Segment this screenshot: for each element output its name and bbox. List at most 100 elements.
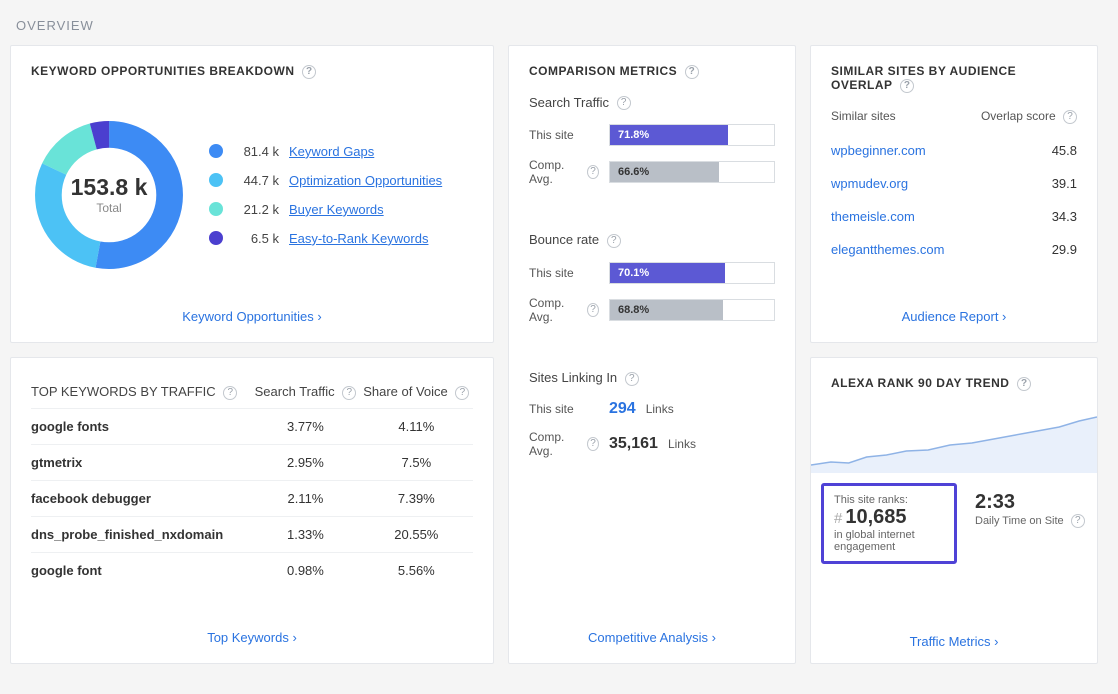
- keyword-opportunities-card: KEYWORD OPPORTUNITIES BREAKDOWN ? 153.8 …: [10, 45, 494, 343]
- kw-cell: dns_probe_finished_nxdomain: [31, 516, 251, 552]
- card-title: COMPARISON METRICS ?: [529, 64, 775, 79]
- rank-label: This site ranks:: [834, 494, 944, 506]
- similar-site-link[interactable]: wpbeginner.com: [831, 143, 926, 158]
- legend-value: 44.7 k: [233, 173, 279, 188]
- time-value: 2:33: [975, 491, 1085, 514]
- bar-container: 70.1%: [609, 262, 775, 284]
- help-icon[interactable]: ?: [587, 165, 599, 179]
- similar-site-row: elegantthemes.com 29.9: [831, 233, 1077, 266]
- top-keywords-card: TOP KEYWORDS BY TRAFFIC ? Search Traffic…: [10, 357, 494, 664]
- help-icon[interactable]: ?: [607, 234, 621, 248]
- bar-row-this-site: This site 71.8%: [529, 124, 775, 146]
- links-row-this-site: This site 294 Links: [529, 400, 775, 418]
- legend-row: 81.4 k Keyword Gaps: [209, 144, 442, 159]
- col-share-of-voice: Share of Voice ?: [360, 376, 473, 408]
- kw-cell: google fonts: [31, 408, 251, 444]
- legend-link-easy[interactable]: Easy-to-Rank Keywords: [289, 231, 428, 246]
- row-label: Comp. Avg.?: [529, 430, 599, 458]
- help-icon[interactable]: ?: [587, 437, 599, 451]
- card-title-text: SIMILAR SITES BY AUDIENCE OVERLAP: [831, 64, 1016, 92]
- audience-report-link[interactable]: Audience Report: [902, 309, 1007, 324]
- top-keywords-table: TOP KEYWORDS BY TRAFFIC ? Search Traffic…: [31, 376, 473, 588]
- legend-link-optimization[interactable]: Optimization Opportunities: [289, 173, 442, 188]
- overlap-score: 34.3: [1052, 209, 1077, 224]
- help-icon[interactable]: ?: [685, 65, 699, 79]
- help-icon[interactable]: ?: [302, 65, 316, 79]
- similar-site-link[interactable]: wpmudev.org: [831, 176, 908, 191]
- help-icon[interactable]: ?: [342, 386, 356, 400]
- share-cell: 7.39%: [360, 480, 473, 516]
- card-title-text: KEYWORD OPPORTUNITIES BREAKDOWN: [31, 64, 295, 78]
- table-row: google fonts3.77%4.11%: [31, 408, 473, 444]
- help-icon[interactable]: ?: [1063, 110, 1077, 124]
- help-icon[interactable]: ?: [455, 386, 469, 400]
- help-icon[interactable]: ?: [587, 303, 599, 317]
- similar-sites-header: Similar sites Overlap score ?: [831, 109, 1077, 124]
- help-icon[interactable]: ?: [1071, 514, 1085, 528]
- kw-cell: google font: [31, 552, 251, 588]
- donut-total-label: Total: [96, 201, 121, 215]
- row-label: Comp. Avg.?: [529, 296, 599, 324]
- overlap-score: 45.8: [1052, 143, 1077, 158]
- help-icon[interactable]: ?: [223, 386, 237, 400]
- similar-site-link[interactable]: themeisle.com: [831, 209, 915, 224]
- time-sub: Daily Time on Site: [975, 515, 1064, 527]
- col-search-traffic: Search Traffic ?: [251, 376, 359, 408]
- links-unit: Links: [646, 402, 674, 416]
- sites-linking-block: Sites Linking In ? This site 294 Links C…: [529, 370, 775, 470]
- table-row: google font0.98%5.56%: [31, 552, 473, 588]
- alexa-rank-card: ALEXA RANK 90 DAY TREND ? This site rank…: [810, 357, 1098, 664]
- competitive-analysis-link[interactable]: Competitive Analysis: [588, 630, 716, 645]
- legend-link-keyword-gaps[interactable]: Keyword Gaps: [289, 144, 374, 159]
- bar-container: 71.8%: [609, 124, 775, 146]
- help-icon[interactable]: ?: [1017, 377, 1031, 391]
- keyword-opportunities-link[interactable]: Keyword Opportunities: [182, 309, 321, 324]
- col-overlap-score: Overlap score: [981, 109, 1056, 123]
- similar-site-link[interactable]: elegantthemes.com: [831, 242, 944, 257]
- legend-value: 21.2 k: [233, 202, 279, 217]
- row-label: Comp. Avg.?: [529, 158, 599, 186]
- legend: 81.4 k Keyword Gaps 44.7 k Optimization …: [209, 144, 442, 246]
- page-title: OVERVIEW: [16, 18, 1102, 33]
- rank-value: #10,685: [834, 506, 944, 529]
- rank-box: This site ranks: #10,685 in global inter…: [821, 483, 957, 564]
- top-keywords-link[interactable]: Top Keywords: [207, 630, 297, 645]
- legend-value: 81.4 k: [233, 144, 279, 159]
- overlap-score: 29.9: [1052, 242, 1077, 257]
- similar-site-row: themeisle.com 34.3: [831, 200, 1077, 233]
- card-title: KEYWORD OPPORTUNITIES BREAKDOWN ?: [31, 64, 473, 79]
- bar-container: 66.6%: [609, 161, 775, 183]
- legend-link-buyer[interactable]: Buyer Keywords: [289, 202, 384, 217]
- legend-row: 44.7 k Optimization Opportunities: [209, 173, 442, 188]
- bounce-rate-block: Bounce rate ? This site 70.1% Comp. Avg.…: [529, 232, 775, 336]
- share-cell: 4.11%: [360, 408, 473, 444]
- share-cell: 5.56%: [360, 552, 473, 588]
- table-row: dns_probe_finished_nxdomain1.33%20.55%: [31, 516, 473, 552]
- similar-sites-card: SIMILAR SITES BY AUDIENCE OVERLAP ? Simi…: [810, 45, 1098, 343]
- help-icon[interactable]: ?: [625, 372, 639, 386]
- comparison-metrics-card: COMPARISON METRICS ? Search Traffic ? Th…: [508, 45, 796, 664]
- help-icon[interactable]: ?: [617, 96, 631, 110]
- row-label: This site: [529, 402, 599, 416]
- legend-dot-icon: [209, 231, 223, 245]
- links-row-comp-avg: Comp. Avg.? 35,161 Links: [529, 430, 775, 458]
- bar-row-comp-avg: Comp. Avg.? 68.8%: [529, 296, 775, 324]
- links-unit: Links: [668, 437, 696, 451]
- metric-label: Sites Linking In: [529, 370, 617, 385]
- table-row: facebook debugger2.11%7.39%: [31, 480, 473, 516]
- row-label: This site: [529, 266, 599, 280]
- card-title-text: ALEXA RANK 90 DAY TREND: [831, 376, 1009, 390]
- card-title-text: COMPARISON METRICS: [529, 64, 677, 78]
- legend-row: 6.5 k Easy-to-Rank Keywords: [209, 231, 442, 246]
- traffic-cell: 2.11%: [251, 480, 359, 516]
- links-value: 35,161: [609, 435, 658, 453]
- share-cell: 20.55%: [360, 516, 473, 552]
- col-similar-sites: Similar sites: [831, 109, 896, 124]
- traffic-metrics-link[interactable]: Traffic Metrics: [910, 634, 999, 649]
- traffic-cell: 3.77%: [251, 408, 359, 444]
- donut-chart: 153.8 k Total: [29, 115, 189, 275]
- help-icon[interactable]: ?: [900, 79, 914, 93]
- share-cell: 7.5%: [360, 444, 473, 480]
- table-row: gtmetrix2.95%7.5%: [31, 444, 473, 480]
- links-value: 294: [609, 400, 636, 418]
